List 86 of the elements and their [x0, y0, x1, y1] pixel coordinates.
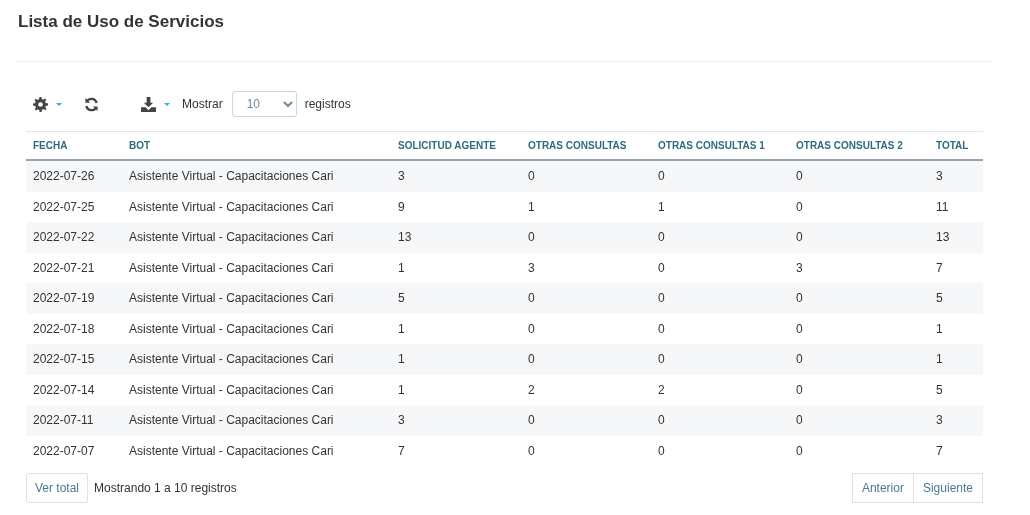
table-cell: 1	[929, 344, 983, 375]
table-cell: 1	[391, 374, 521, 405]
table-cell: 0	[789, 160, 929, 192]
table-cell: 0	[789, 405, 929, 436]
table-cell: Asistente Virtual - Capacitaciones Cari	[122, 313, 391, 344]
table-cell: 2	[651, 374, 789, 405]
table-cell: 2022-07-19	[26, 283, 122, 314]
table-cell: 1	[391, 313, 521, 344]
table-cell: Asistente Virtual - Capacitaciones Cari	[122, 405, 391, 436]
table-cell: 2022-07-18	[26, 313, 122, 344]
next-button[interactable]: Siguiente	[913, 473, 983, 503]
settings-icon	[33, 96, 48, 112]
refresh-icon	[84, 96, 99, 112]
download-button[interactable]	[141, 96, 170, 112]
table-cell: 0	[521, 160, 651, 192]
table-cell: 3	[391, 160, 521, 192]
records-label: registros	[304, 97, 351, 111]
table-cell: 3	[789, 252, 929, 283]
table-cell: 7	[929, 252, 983, 283]
table-cell: 0	[651, 222, 789, 253]
table-cell: 3	[929, 160, 983, 192]
table-cell: 2022-07-14	[26, 374, 122, 405]
table-cell: 0	[521, 435, 651, 466]
table-cell: 13	[391, 222, 521, 253]
table-cell: 1	[929, 313, 983, 344]
caret-icon	[56, 102, 62, 106]
table-cell: 0	[521, 283, 651, 314]
table-cell: 1	[651, 191, 789, 222]
table-cell: 0	[789, 435, 929, 466]
show-label: Mostrar	[182, 97, 223, 111]
table-cell: 13	[929, 222, 983, 253]
table-cell: 0	[651, 313, 789, 344]
table-cell: 2022-07-25	[26, 191, 122, 222]
table-cell: 3	[391, 405, 521, 436]
table-cell: 2022-07-26	[26, 160, 122, 192]
table-cell: 1	[391, 252, 521, 283]
table-cell: 2022-07-07	[26, 435, 122, 466]
table-cell: 0	[651, 283, 789, 314]
table-cell: Asistente Virtual - Capacitaciones Cari	[122, 160, 391, 192]
table-cell: 1	[521, 191, 651, 222]
table-cell: Asistente Virtual - Capacitaciones Cari	[122, 252, 391, 283]
table-cell: 2022-07-11	[26, 405, 122, 436]
table-cell: 7	[929, 435, 983, 466]
table-cell: Asistente Virtual - Capacitaciones Cari	[122, 435, 391, 466]
table-cell: 3	[929, 405, 983, 436]
table-cell: 0	[521, 344, 651, 375]
table-cell: 0	[521, 405, 651, 436]
caret-icon	[164, 102, 170, 106]
table-cell: 2	[521, 374, 651, 405]
table-cell: 2022-07-22	[26, 222, 122, 253]
table-cell: 0	[789, 344, 929, 375]
table-cell: 5	[391, 283, 521, 314]
table-cell: 0	[789, 374, 929, 405]
table-cell: Asistente Virtual - Capacitaciones Cari	[122, 283, 391, 314]
refresh-button[interactable]	[84, 96, 99, 112]
table-cell: 0	[789, 283, 929, 314]
table-cell: Asistente Virtual - Capacitaciones Cari	[122, 374, 391, 405]
table-cell: 5	[929, 283, 983, 314]
table-cell: 0	[521, 222, 651, 253]
table-cell: 1	[391, 344, 521, 375]
table-cell: 7	[391, 435, 521, 466]
table-cell: 0	[651, 344, 789, 375]
table-cell: 0	[651, 160, 789, 192]
download-icon	[141, 96, 156, 112]
table-cell: 0	[521, 313, 651, 344]
records-summary: Mostrando 1 a 10 registros	[94, 481, 237, 495]
table-cell: 0	[789, 313, 929, 344]
table-cell: 2022-07-21	[26, 252, 122, 283]
table-cell: 0	[789, 191, 929, 222]
table-cell: 0	[789, 222, 929, 253]
table-cell: 11	[929, 191, 983, 222]
table-cell: Asistente Virtual - Capacitaciones Cari	[122, 191, 391, 222]
table-cell: 0	[651, 435, 789, 466]
table-cell: 3	[521, 252, 651, 283]
page-title: Lista de Uso de Servicios	[18, 12, 225, 33]
table-cell: Asistente Virtual - Capacitaciones Cari	[122, 222, 391, 253]
table-cell: 0	[651, 405, 789, 436]
table-cell: 0	[651, 252, 789, 283]
view-all-button[interactable]: Ver total	[26, 473, 89, 503]
table-cell: 2022-07-15	[26, 344, 122, 375]
table-cell: Asistente Virtual - Capacitaciones Cari	[122, 344, 391, 375]
settings-button[interactable]	[33, 96, 62, 112]
page-size-select[interactable]: 10	[231, 91, 297, 117]
previous-button[interactable]: Anterior	[851, 473, 914, 503]
table-cell: 9	[391, 191, 521, 222]
table-cell: 5	[929, 374, 983, 405]
